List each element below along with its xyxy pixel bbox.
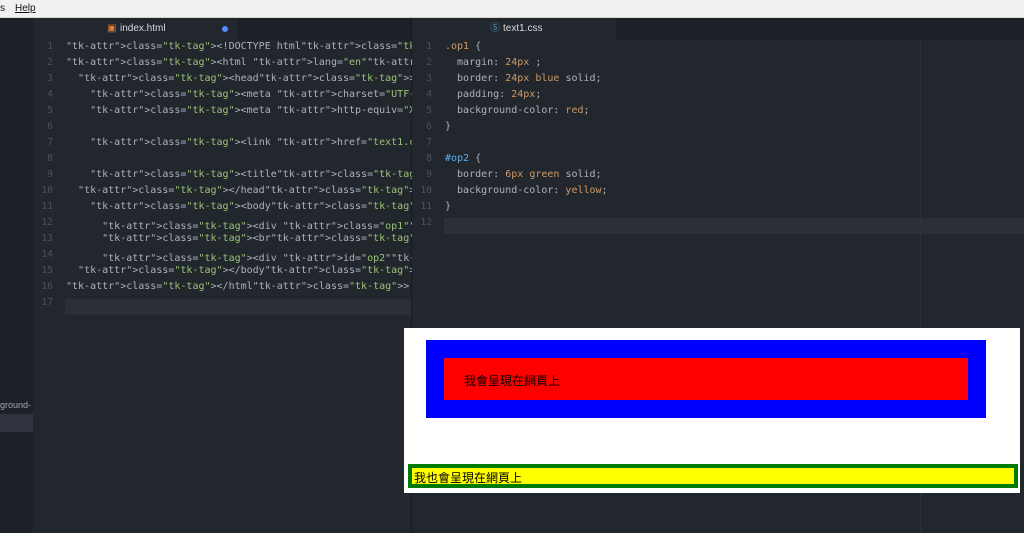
html5-icon: ▣ [107,23,117,34]
line-number: 14 [41,249,53,260]
code-line[interactable]: background-color: yellow; [445,185,608,196]
line-number: 9 [426,169,432,180]
tab-index-html[interactable]: ▣ index.html [33,18,237,40]
line-number: 5 [47,105,53,116]
line-number: 6 [47,121,53,132]
cursor-line-highlight [444,218,1024,234]
preview-op2-text: 我也會呈現在網頁上 [414,471,523,485]
css3-icon: Ⓢ [490,23,500,34]
line-number: 10 [420,185,432,196]
line-number: 15 [41,265,53,276]
tree-item-truncated[interactable]: ground- [0,400,33,410]
menu-bar: s Help [0,0,1024,18]
browser-preview: 我會呈現在網頁上 我也會呈現在網頁上 [404,328,1020,493]
line-number: 13 [41,233,53,244]
line-number: 8 [47,153,53,164]
preview-op1-box: 我會呈現在網頁上 [426,340,986,418]
editor-pane-html[interactable]: 1 2 3 4 5 6 7 8 9 10 11 12 13 14 15 16 17 "tk-attr">clas… [33,40,983,533]
code-line[interactable]: "tk-attr">class="tk-tag"></body"tk-attr"… [66,265,421,276]
line-number: 17 [41,297,53,308]
right-tab-bar: Ⓢ text1.css [412,18,1024,40]
line-number: 4 [47,89,53,100]
line-number: 3 [47,73,53,84]
line-number: 6 [426,121,432,132]
line-number: 11 [41,201,53,212]
tab-text1-css[interactable]: Ⓢ text1.css [412,18,616,40]
line-number: 9 [47,169,53,180]
left-tab-bar: ▣ index.html [33,18,411,40]
code-line[interactable]: padding: 24px; [445,89,541,100]
line-number: 2 [47,57,53,68]
menu-item-partial[interactable]: s [0,3,5,14]
code-line[interactable]: "tk-attr">class="tk-tag"></html"tk-attr"… [66,281,409,292]
code-line[interactable]: "tk-attr">class="tk-tag"><head"tk-attr">… [66,73,415,84]
cursor-line-highlight [65,299,411,315]
code-line[interactable]: } [445,201,451,212]
menu-item-help[interactable]: Help [15,3,36,14]
line-number: 11 [420,201,432,212]
line-number: 7 [47,137,53,148]
line-number: 16 [41,281,53,292]
code-line[interactable]: margin: 24px ; [445,57,541,68]
line-number: 5 [426,105,432,116]
line-number: 12 [41,217,53,228]
preview-op2-box: 我也會呈現在網頁上 [408,464,1018,488]
code-line[interactable]: background-color: red; [445,105,589,116]
line-number: 12 [420,217,432,228]
code-line[interactable]: #op2 { [445,153,481,164]
preview-op1-text: 我會呈現在網頁上 [464,374,561,388]
tree-selection-highlight [0,414,33,432]
code-line[interactable]: "tk-attr">class="tk-tag"><body"tk-attr">… [66,201,427,212]
modified-indicator-icon[interactable] [222,26,228,32]
line-number: 8 [426,153,432,164]
code-line[interactable]: border: 6px green solid; [445,169,602,180]
code-line[interactable]: border: 24px blue solid; [445,73,602,84]
tab-label: text1.css [503,23,543,34]
line-number: 7 [426,137,432,148]
code-line[interactable]: "tk-attr">class="tk-tag"><!DOCTYPE html"… [66,41,457,52]
line-number: 2 [426,57,432,68]
code-line[interactable]: } [445,121,451,132]
menu-help-label: Help [15,3,36,14]
line-number: 4 [426,89,432,100]
code-line[interactable]: "tk-attr">class="tk-tag"><br"tk-attr">cl… [66,233,427,244]
tree-view-sidebar[interactable]: ground- [0,18,33,533]
code-line[interactable]: .op1 { [445,41,481,52]
line-number: 3 [426,73,432,84]
code-line[interactable]: "tk-attr">class="tk-tag"></head"tk-attr"… [66,185,421,196]
line-number: 1 [426,41,432,52]
tab-label: index.html [120,23,166,34]
line-number: 1 [47,41,53,52]
line-number: 10 [41,185,53,196]
